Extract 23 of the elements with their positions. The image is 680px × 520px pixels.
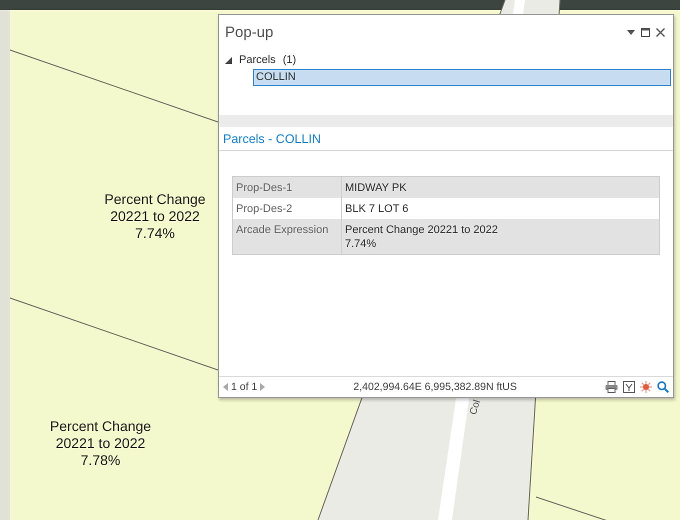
field-value: BLK 7 LOT 6 <box>342 198 660 219</box>
expand-icon[interactable] <box>225 56 232 64</box>
item-count: (1) <box>282 54 296 66</box>
field-value: MIDWAY PK <box>342 176 660 198</box>
tree-item[interactable]: COLLIN <box>253 69 671 86</box>
printer-icon[interactable] <box>605 381 618 393</box>
window-title: Pop-up <box>225 24 274 40</box>
dropdown-icon[interactable] <box>627 30 635 34</box>
select-icon[interactable] <box>623 381 635 393</box>
field-value: Percent Change 20221 to 2022 7.74% <box>342 219 660 254</box>
section-title: Parcels - COLLIN <box>219 127 673 151</box>
field-name: Arcade Expression <box>232 219 342 254</box>
road-label: Col <box>468 398 484 416</box>
coordinates: 2,402,994.64E 6,995,382.89N ftUS <box>353 381 517 393</box>
map-label: Percent Change 20221 to 2022 7.78% <box>48 418 152 469</box>
close-icon[interactable] <box>656 28 665 36</box>
field-name: Prop-Des-1 <box>232 176 342 198</box>
tree-item[interactable]: Parcels <box>239 54 276 66</box>
maximize-icon[interactable] <box>641 28 650 36</box>
flash-icon[interactable] <box>640 381 652 393</box>
page-indicator: 1 of 1 <box>231 381 258 393</box>
search-icon[interactable] <box>657 381 669 393</box>
field-name: Prop-Des-2 <box>232 198 342 219</box>
